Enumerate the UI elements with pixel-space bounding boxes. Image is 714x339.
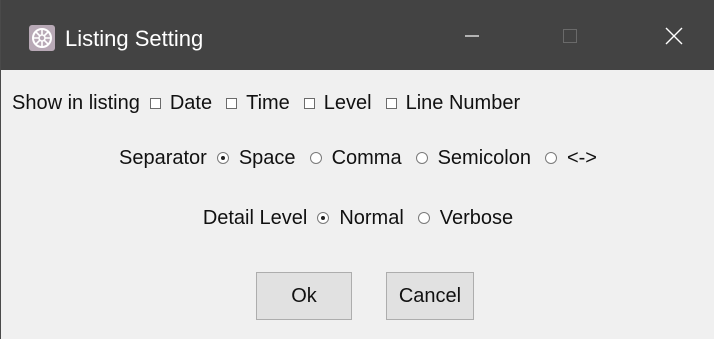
separator-comma-radio[interactable]: Comma	[309, 146, 402, 170]
separator-space-radio[interactable]: Space	[216, 146, 296, 170]
listing-setting-dialog: Listing Setting Show in listing Date Tim…	[0, 0, 714, 339]
show-in-listing-label: Show in listing	[12, 91, 140, 114]
separator-label: Separator	[119, 146, 207, 169]
radio-label: Comma	[331, 146, 402, 169]
checkbox-box[interactable]	[149, 97, 161, 109]
date-checkbox[interactable]: Date	[149, 91, 213, 115]
checkbox-label: Date	[169, 91, 213, 114]
radio-button[interactable]	[309, 152, 322, 164]
checkbox-box[interactable]	[385, 97, 397, 109]
ok-button[interactable]: Ok	[256, 272, 352, 320]
radio-label: Verbose	[439, 206, 514, 229]
checkbox-label: Line Number	[405, 91, 521, 114]
radio-button[interactable]	[317, 212, 330, 224]
detail-level-row: Detail Level Normal Verbose	[1, 203, 714, 233]
separator-arrow-radio[interactable]: <->	[544, 146, 597, 170]
detail-verbose-radio[interactable]: Verbose	[417, 206, 514, 230]
minimize-button[interactable]	[439, 10, 505, 66]
level-checkbox[interactable]: Level	[303, 91, 372, 115]
radio-button[interactable]	[415, 152, 428, 164]
app-logo-icon	[29, 25, 55, 51]
detail-level-label: Detail Level	[202, 206, 308, 229]
title-bar[interactable]: Listing Setting	[1, 0, 714, 70]
show-in-listing-row: Show in listing Date Time Level Line Num…	[1, 88, 714, 118]
checkbox-box[interactable]	[303, 97, 315, 109]
line-number-checkbox[interactable]: Line Number	[385, 91, 521, 115]
time-checkbox[interactable]: Time	[226, 92, 290, 115]
radio-label: Space	[238, 146, 296, 169]
radio-label: Semicolon	[437, 146, 531, 169]
radio-button[interactable]	[417, 212, 430, 224]
maximize-button[interactable]	[537, 10, 603, 66]
cancel-button[interactable]: Cancel	[386, 272, 474, 320]
separator-row: Separator Space Comma Semicolon <->	[1, 143, 714, 173]
close-button[interactable]	[641, 10, 707, 66]
radio-label: <->	[566, 146, 597, 169]
separator-semicolon-radio[interactable]: Semicolon	[415, 146, 531, 170]
radio-label: Normal	[339, 206, 404, 229]
minimize-icon	[464, 28, 480, 49]
radio-button[interactable]	[544, 152, 557, 164]
checkbox-label: Time	[246, 91, 290, 114]
checkbox-label: Level	[323, 91, 372, 114]
close-icon	[665, 27, 683, 50]
detail-normal-radio[interactable]: Normal	[317, 206, 404, 230]
window-title: Listing Setting	[65, 26, 204, 51]
radio-button[interactable]	[216, 152, 229, 164]
checkbox-box[interactable]	[226, 97, 238, 109]
maximize-icon	[562, 28, 578, 49]
